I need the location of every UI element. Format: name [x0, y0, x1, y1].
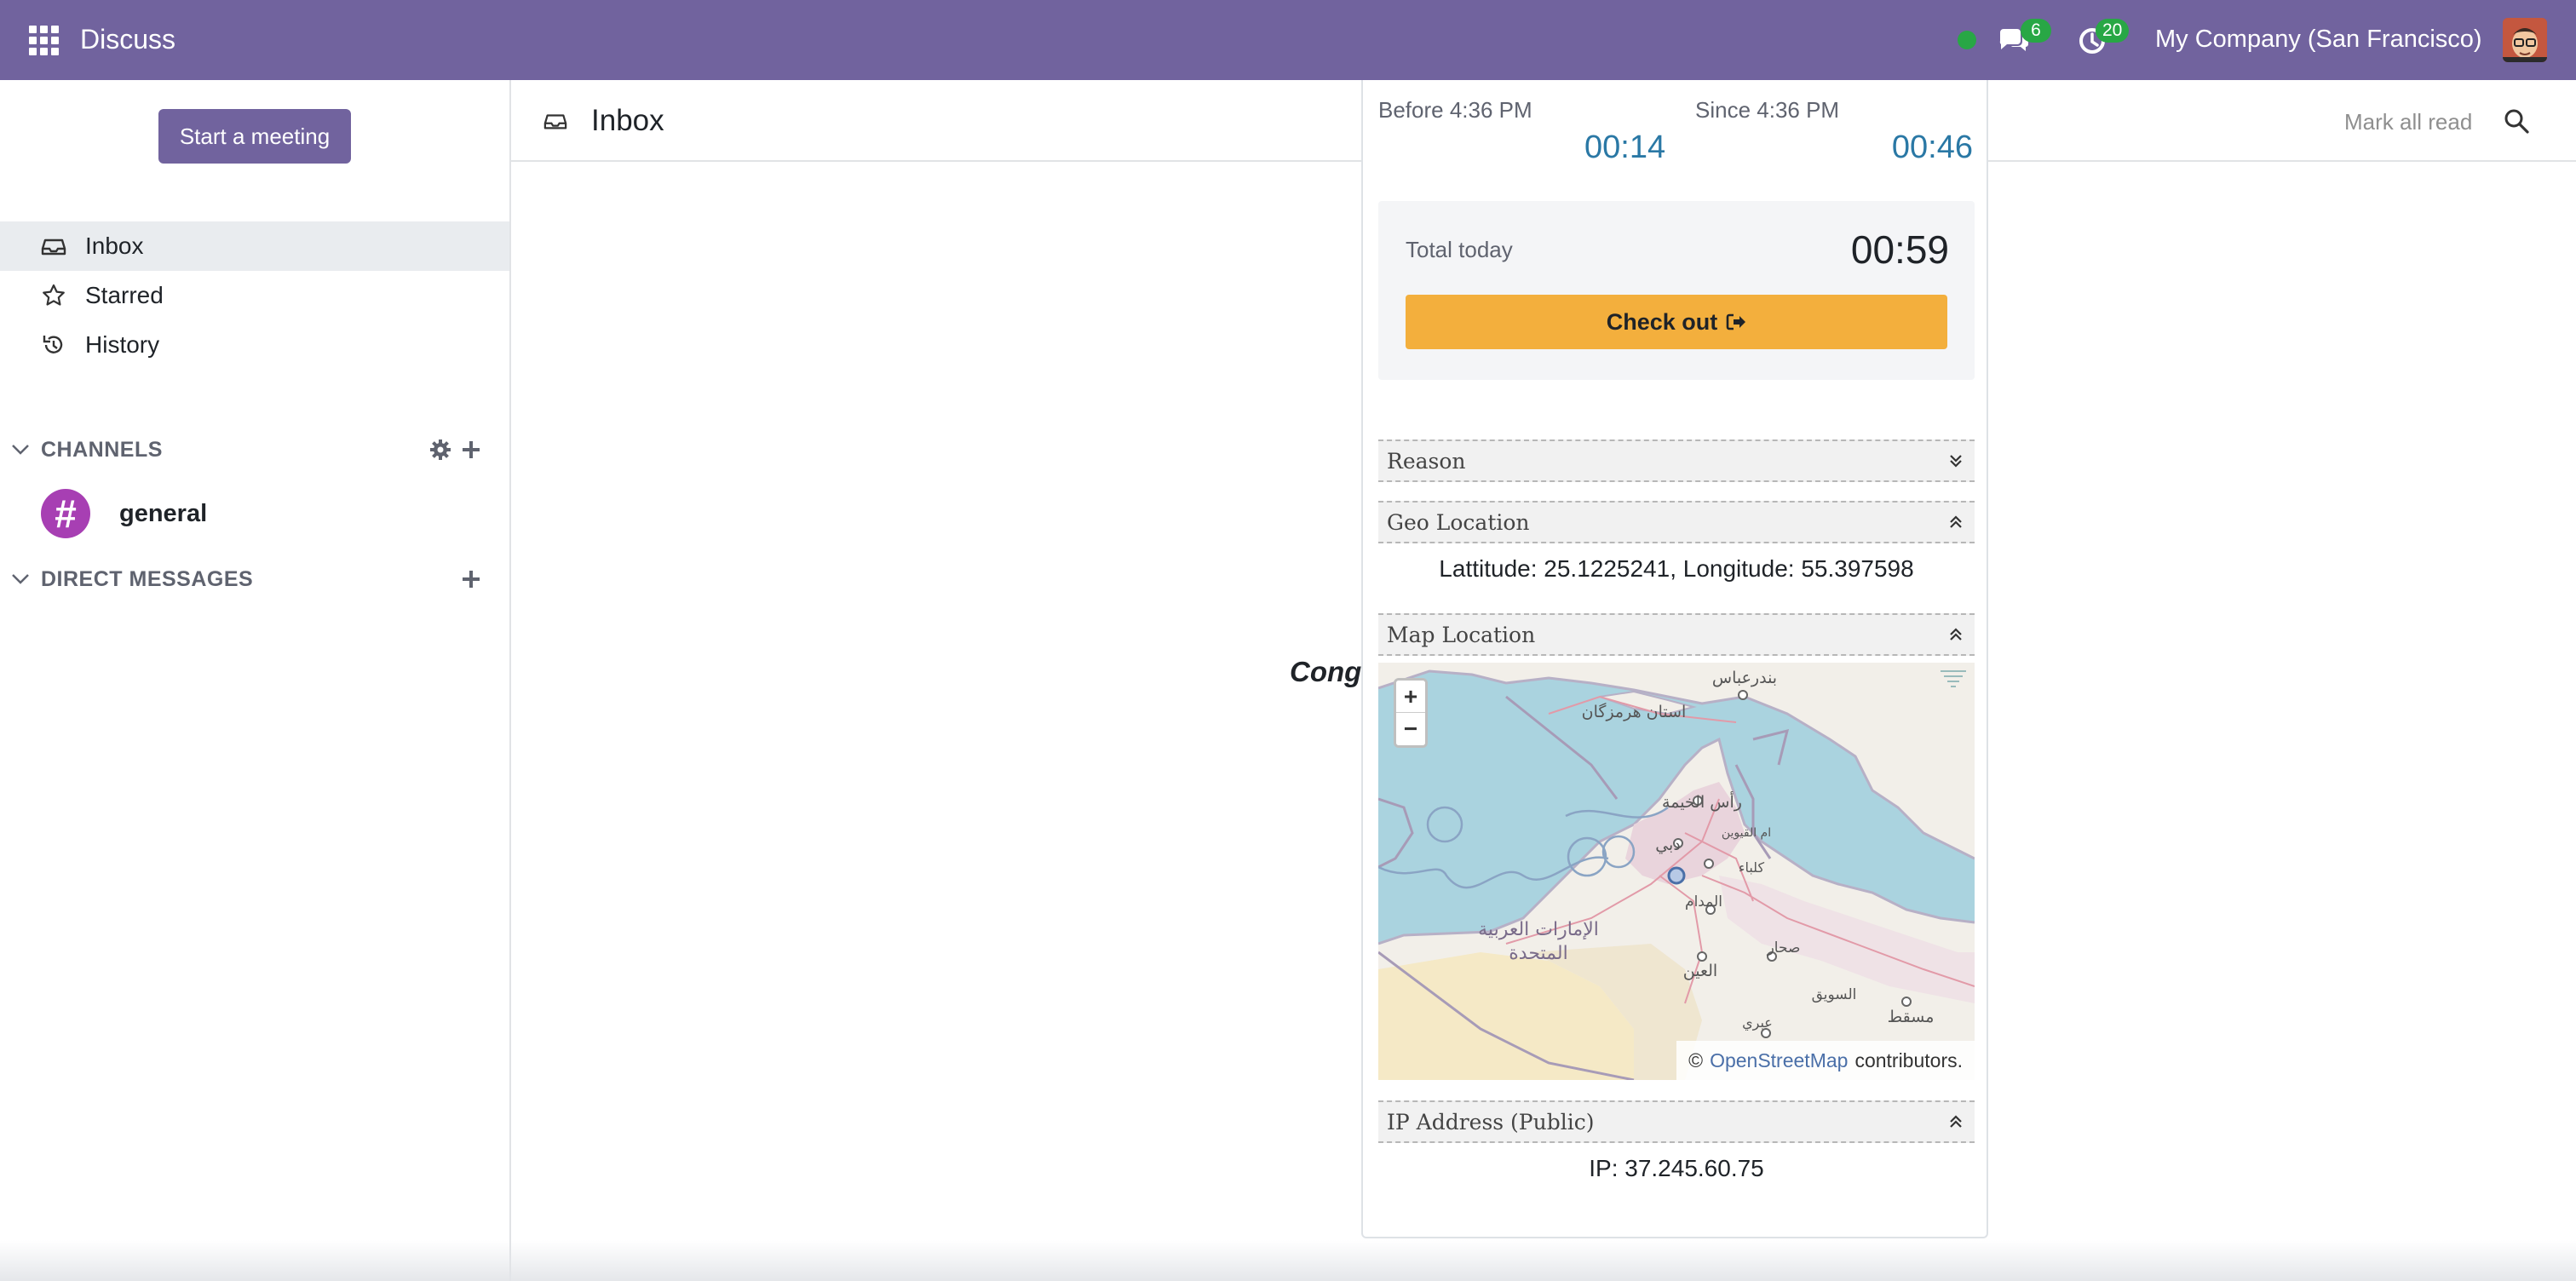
ip-address-title: IP Address (Public) [1387, 1110, 1595, 1135]
map-label: كلباء [1739, 859, 1765, 876]
map-label: بندرعباس [1712, 669, 1777, 687]
map-label: ام القيوين [1722, 826, 1771, 840]
direct-messages-section-header: DIRECT MESSAGES [0, 559, 509, 600]
total-today-box: Total today 00:59 Check out [1378, 201, 1975, 380]
user-avatar[interactable] [2503, 18, 2547, 62]
zoom-in-button[interactable]: + [1396, 681, 1425, 713]
apps-menu-icon[interactable] [29, 26, 60, 56]
double-chevron-up-icon [1950, 1115, 1962, 1128]
geo-location-coordinates: Lattitude: 25.1225241, Longitude: 55.397… [1439, 555, 1914, 582]
inbox-icon [543, 114, 567, 129]
attribution-suffix: contributors. [1854, 1048, 1963, 1071]
map-label: العين [1683, 962, 1717, 980]
channel-name: general [119, 499, 208, 527]
gear-icon[interactable] [429, 439, 451, 461]
double-chevron-up-icon [1950, 515, 1962, 528]
sidebar-item-starred[interactable]: Starred [0, 271, 509, 320]
double-chevron-up-icon [1950, 628, 1962, 640]
presence-status-icon[interactable] [1958, 31, 1976, 49]
star-icon [43, 284, 65, 306]
top-navbar: Discuss 6 20 My Company (San Francisco) [0, 0, 2576, 80]
channel-item-general[interactable]: # general [0, 482, 509, 545]
before-time-label: Before 4:36 PM [1378, 97, 1532, 123]
channels-title[interactable]: CHANNELS [41, 438, 163, 462]
map-label: الإمارات العربية [1478, 919, 1599, 940]
history-icon [43, 336, 63, 353]
sidebar-item-label: History [85, 331, 160, 358]
page-title: Inbox [591, 104, 664, 137]
reason-section-toggle[interactable]: Reason [1378, 439, 1975, 482]
map-label: دبي [1655, 836, 1681, 854]
map-tiles: بندرعباس استان هرمزگان رأس الخيمة ام الق… [1378, 663, 1975, 1080]
map-label: المدام [1685, 893, 1722, 910]
discuss-sidebar: Start a meeting Inbox Starred History CH… [0, 80, 511, 1281]
attribution-copyright: © [1688, 1048, 1704, 1071]
check-out-button[interactable]: Check out [1406, 295, 1947, 349]
bottom-shadow [0, 1240, 2576, 1281]
direct-messages-title[interactable]: DIRECT MESSAGES [41, 567, 253, 592]
messages-badge: 6 [2021, 19, 2051, 43]
map-label: رأس الخيمة [1662, 791, 1742, 812]
sidebar-item-label: Starred [85, 282, 164, 308]
location-map[interactable]: بندرعباس استان هرمزگان رأس الخيمة ام الق… [1378, 663, 1975, 1080]
start-meeting-button[interactable]: Start a meeting [158, 109, 351, 164]
attendance-popover: Before 4:36 PM Since 4:36 PM 00:14 00:46… [1361, 80, 1988, 1238]
channel-avatar: # [41, 489, 90, 538]
chevron-down-icon[interactable] [10, 569, 31, 589]
map-attribution: © OpenStreetMap contributors. [1676, 1041, 1975, 1080]
sidebar-item-history[interactable]: History [0, 320, 509, 370]
add-direct-message-icon[interactable] [460, 568, 482, 590]
map-location-title: Map Location [1387, 623, 1536, 647]
total-today-value: 00:59 [1850, 227, 1949, 272]
zoom-out-button[interactable]: − [1396, 713, 1425, 745]
chevron-down-icon[interactable] [10, 439, 31, 460]
mark-all-read-button[interactable]: Mark all read [2344, 109, 2472, 135]
sidebar-item-inbox[interactable]: Inbox [0, 221, 509, 271]
geo-location-section-toggle[interactable]: Geo Location [1378, 501, 1975, 543]
app-name[interactable]: Discuss [80, 24, 175, 55]
openstreetmap-link[interactable]: OpenStreetMap [1710, 1049, 1848, 1072]
map-zoom-control: + − [1394, 678, 1428, 748]
channels-section-header: CHANNELS [0, 429, 509, 470]
ip-address-value: IP: 37.245.60.75 [1589, 1155, 1764, 1181]
map-label: صحار [1767, 939, 1801, 956]
map-location-section-toggle[interactable]: Map Location [1378, 613, 1975, 656]
total-today-label: Total today [1406, 237, 1513, 262]
double-chevron-down-icon [1950, 455, 1962, 468]
add-channel-icon[interactable] [460, 439, 482, 461]
company-switcher[interactable]: My Company (San Francisco) [2155, 26, 2482, 54]
sign-out-icon [1726, 313, 1746, 330]
map-label: السويق [1812, 986, 1857, 1003]
check-out-label: Check out [1606, 308, 1718, 335]
search-icon[interactable] [2503, 107, 2530, 135]
activities-badge: 20 [2096, 19, 2130, 43]
reason-title: Reason [1387, 449, 1466, 474]
map-label: استان هرمزگان [1582, 702, 1687, 721]
empty-inbox-message: Cong [1290, 656, 1362, 687]
ip-address-section-toggle[interactable]: IP Address (Public) [1378, 1100, 1975, 1143]
sidebar-item-label: Inbox [85, 233, 144, 259]
before-time-value: 00:14 [1584, 129, 1666, 165]
map-label: المتحدة [1509, 943, 1567, 964]
since-time-value: 00:46 [1891, 129, 1973, 165]
geo-location-title: Geo Location [1387, 510, 1530, 535]
inbox-icon [41, 238, 66, 256]
map-label: مسقط [1888, 1008, 1935, 1026]
since-time-label: Since 4:36 PM [1695, 97, 1840, 123]
map-label: عبري [1742, 1014, 1773, 1031]
